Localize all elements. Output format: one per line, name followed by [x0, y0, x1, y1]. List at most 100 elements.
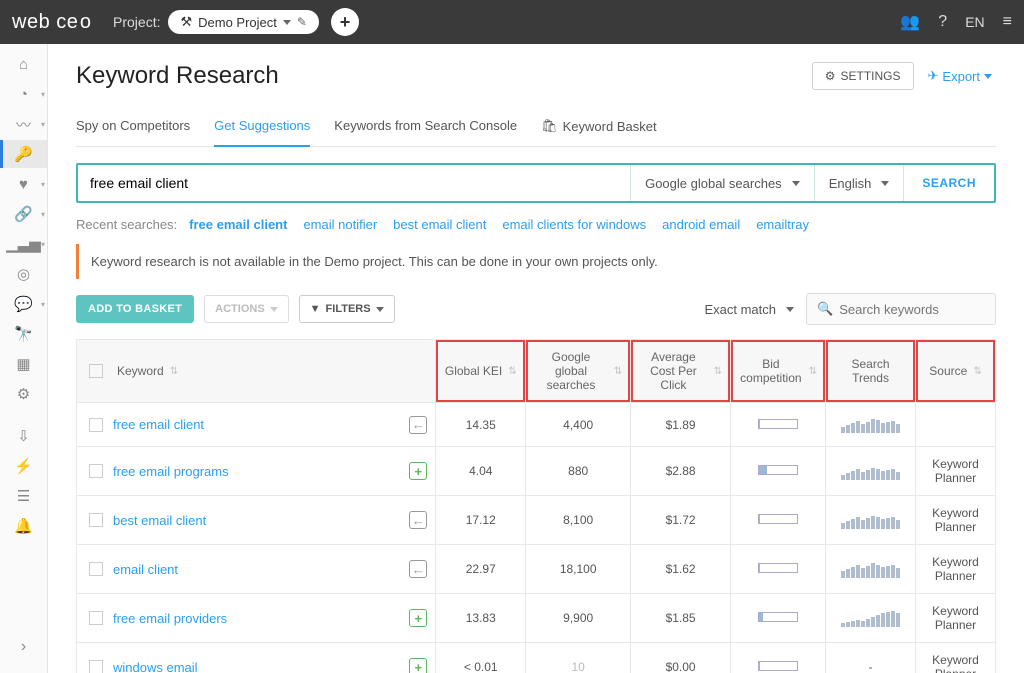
search-button[interactable]: SEARCH	[904, 165, 994, 201]
row-action-icon[interactable]: +	[409, 658, 427, 673]
sort-icon: ⇅	[973, 366, 981, 377]
sidebar-calendar[interactable]: ▦	[0, 350, 47, 378]
help-icon[interactable]: ?	[938, 13, 947, 31]
users-icon[interactable]: 👥	[900, 12, 920, 32]
search-lang-select[interactable]: English	[815, 165, 904, 201]
sort-icon: ⇅	[170, 366, 178, 377]
match-type-select[interactable]: Exact match	[704, 302, 794, 317]
sidebar-local[interactable]: ◎	[0, 260, 47, 288]
chevron-down-icon	[283, 20, 291, 25]
col-bid[interactable]: Bid competition⇅	[731, 340, 826, 403]
sidebar-settings[interactable]: ⚙	[0, 380, 47, 408]
cell-kei: 4.04	[436, 447, 526, 496]
topbar: web ceo Project: ⚒ Demo Project ✎ + 👥 ? …	[0, 0, 1024, 44]
recent-search-link[interactable]: android email	[662, 217, 740, 232]
add-to-basket-button[interactable]: ADD TO BASKET	[76, 295, 194, 323]
sidebar-bolt[interactable]: ⚡	[0, 452, 47, 480]
cell-source: Keyword Planner	[916, 496, 996, 545]
col-source[interactable]: Source⇅	[916, 340, 996, 403]
keyword-link[interactable]: best email client	[113, 513, 206, 528]
language-selector[interactable]: EN	[965, 14, 984, 30]
recent-search-link[interactable]: emailtray	[756, 217, 809, 232]
sidebar-alerts[interactable]: 🔔	[0, 512, 47, 540]
cell-cpc: $0.00	[631, 643, 731, 673]
select-all-checkbox[interactable]	[89, 364, 103, 378]
actions-button[interactable]: ACTIONS	[204, 295, 289, 323]
cell-cpc: $1.72	[631, 496, 731, 545]
recent-searches: Recent searches: free email clientemail …	[76, 217, 996, 232]
sidebar-health[interactable]: ♥▾	[0, 170, 47, 198]
recent-search-link[interactable]: email clients for windows	[502, 217, 646, 232]
cell-kei: 17.12	[436, 496, 526, 545]
cell-source: Keyword Planner	[916, 643, 996, 673]
sidebar-links[interactable]: 🔗▾	[0, 200, 47, 228]
row-action-icon[interactable]: +	[409, 462, 427, 480]
keyword-link[interactable]: email client	[113, 562, 178, 577]
cell-trends	[826, 594, 916, 643]
keyword-link[interactable]: windows email	[113, 660, 198, 673]
menu-icon[interactable]: ≡	[1003, 13, 1012, 31]
project-label: Project:	[113, 14, 160, 30]
settings-button[interactable]: ⚙SETTINGS	[812, 62, 914, 90]
cell-kei: 22.97	[436, 545, 526, 594]
sidebar-keywords[interactable]: 🔑	[0, 140, 47, 168]
sidebar-list[interactable]: ☰	[0, 482, 47, 510]
cell-bid	[731, 496, 826, 545]
tab-spy[interactable]: Spy on Competitors	[76, 118, 190, 146]
sidebar-expand[interactable]: ›	[0, 633, 47, 661]
keyword-filter-input[interactable]	[839, 302, 1015, 317]
col-kei[interactable]: Global KEI⇅	[436, 340, 526, 403]
row-checkbox[interactable]	[89, 660, 103, 673]
row-checkbox[interactable]	[89, 513, 103, 527]
keyword-link[interactable]: free email client	[113, 417, 204, 432]
recent-search-link[interactable]: email notifier	[303, 217, 377, 232]
chevron-down-icon	[984, 74, 992, 79]
col-searches[interactable]: Google global searches⇅	[526, 340, 631, 403]
tab-basket[interactable]: 🛍Keyword Basket	[541, 118, 656, 146]
tab-console[interactable]: Keywords from Search Console	[334, 118, 517, 146]
chevron-down-icon	[376, 307, 384, 312]
cell-searches: 9,900	[526, 594, 631, 643]
search-scope-select[interactable]: Google global searches	[631, 165, 814, 201]
keyword-link[interactable]: free email providers	[113, 611, 227, 626]
cell-searches: 880	[526, 447, 631, 496]
keyword-link[interactable]: free email programs	[113, 464, 229, 479]
col-trends[interactable]: Search Trends	[826, 340, 916, 403]
edit-icon[interactable]: ✎	[297, 15, 307, 29]
project-selector[interactable]: ⚒ Demo Project ✎	[168, 10, 318, 34]
sort-icon: ⇅	[508, 366, 516, 377]
sidebar-social[interactable]: 💬▾	[0, 290, 47, 318]
add-project-button[interactable]: +	[331, 8, 359, 36]
recent-search-link[interactable]: free email client	[189, 217, 287, 232]
sparkline	[841, 413, 900, 433]
filters-button[interactable]: ▼FILTERS	[299, 295, 395, 323]
cell-source: Keyword Planner	[916, 447, 996, 496]
keyword-input[interactable]	[78, 165, 630, 201]
sidebar-export[interactable]: ⇩	[0, 422, 47, 450]
col-keyword[interactable]: Keyword⇅	[77, 340, 436, 403]
row-action-icon[interactable]: ←	[409, 511, 427, 529]
col-cpc[interactable]: Average Cost Per Click⇅	[631, 340, 731, 403]
cell-bid	[731, 643, 826, 673]
sidebar-dashboard[interactable]: ◔▾	[0, 80, 47, 108]
cell-source: Keyword Planner	[916, 545, 996, 594]
row-action-icon[interactable]: +	[409, 609, 427, 627]
cell-cpc: $1.62	[631, 545, 731, 594]
export-button[interactable]: ✈Export	[924, 62, 996, 90]
row-checkbox[interactable]	[89, 464, 103, 478]
sidebar-home[interactable]: ⌂	[0, 50, 47, 78]
chevron-down-icon	[792, 181, 800, 186]
row-action-icon[interactable]: ←	[409, 560, 427, 578]
recent-search-link[interactable]: best email client	[393, 217, 486, 232]
row-checkbox[interactable]	[89, 418, 103, 432]
tab-suggestions[interactable]: Get Suggestions	[214, 118, 310, 146]
cell-bid	[731, 594, 826, 643]
sidebar-analytics[interactable]: ▁▃▅▾	[0, 230, 47, 258]
row-action-icon[interactable]: ←	[409, 416, 427, 434]
sort-icon: ⇅	[614, 366, 622, 377]
row-checkbox[interactable]	[89, 611, 103, 625]
tabs: Spy on Competitors Get Suggestions Keywo…	[76, 118, 996, 147]
sidebar-competitors[interactable]: 🔭	[0, 320, 47, 348]
sidebar-rankings[interactable]: 〰▾	[0, 110, 47, 138]
row-checkbox[interactable]	[89, 562, 103, 576]
